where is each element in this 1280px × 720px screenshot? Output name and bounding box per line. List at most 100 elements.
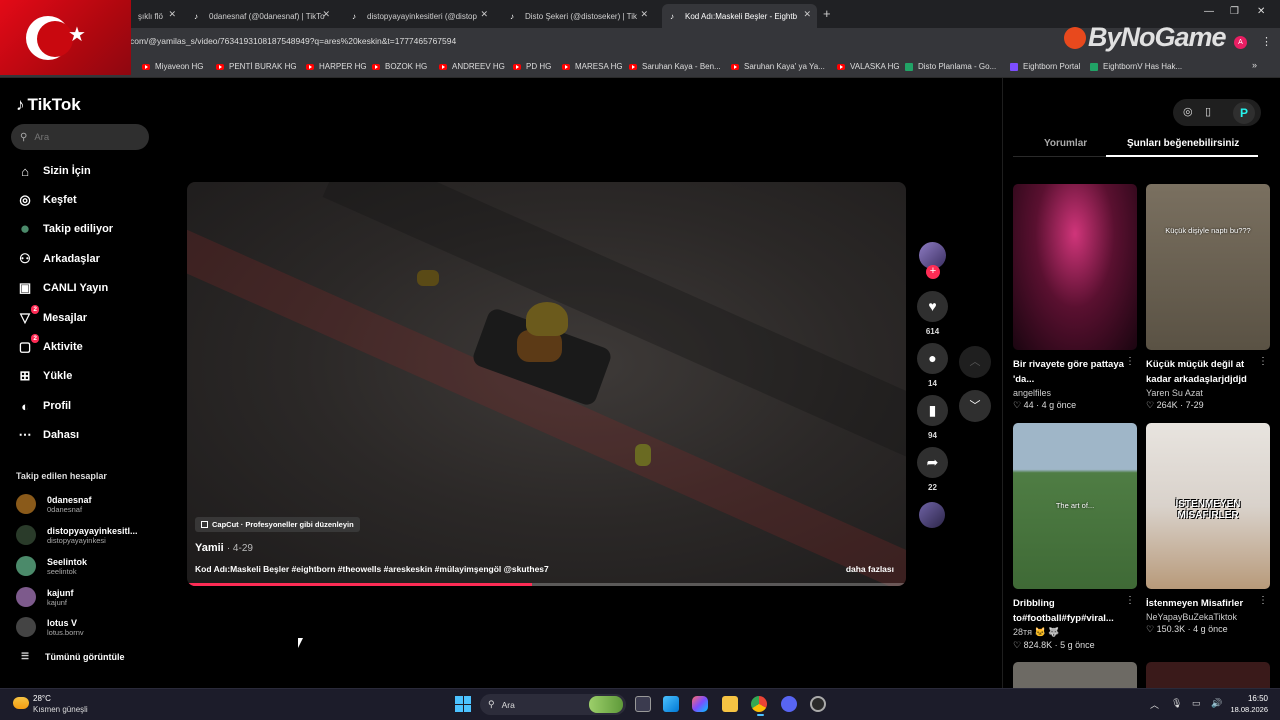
bookmark-item[interactable]: Saruhan Kaya - Ben...: [629, 62, 721, 71]
video-progress-bar[interactable]: [187, 583, 906, 586]
close-tab-icon[interactable]: ✕: [480, 9, 488, 20]
phone-mode-icon[interactable]: ▯: [1205, 105, 1211, 118]
card-menu-icon[interactable]: ⋮: [1258, 356, 1268, 367]
card-title[interactable]: Bir rivayete göre pattaya 'da...: [1013, 357, 1125, 387]
sidebar-item-compass[interactable]: ◎ Keşfet: [16, 190, 76, 210]
next-video-button[interactable]: ﹀: [959, 390, 991, 422]
card-menu-icon[interactable]: ⋮: [1125, 595, 1135, 606]
followed-account[interactable]: lotus Vlotus.bornv: [16, 615, 84, 639]
card-author[interactable]: Yaren Su Azat: [1146, 388, 1270, 398]
sidebar-item-activity[interactable]: ▢ 2 Aktivite: [16, 334, 83, 357]
browser-menu-icon[interactable]: ⋮: [1261, 35, 1272, 48]
browser-tab[interactable]: ♪ Kod Adı:Maskeli Beşler - Eightb ✕: [662, 4, 817, 28]
chrome-icon[interactable]: [751, 696, 767, 712]
comment-button[interactable]: ●: [917, 343, 948, 374]
task-view-icon[interactable]: [635, 696, 651, 712]
save-button[interactable]: ▮: [917, 395, 948, 426]
maximize-icon[interactable]: ❐: [1230, 6, 1239, 17]
close-tab-icon[interactable]: ✕: [803, 9, 811, 20]
followed-account[interactable]: Seelintok seelintok: [16, 554, 87, 578]
close-tab-icon[interactable]: ✕: [640, 9, 648, 20]
previous-video-button[interactable]: ︿: [959, 346, 991, 378]
bookmark-item[interactable]: Saruhan Kaya' ya Ya...: [731, 62, 825, 71]
bookmark-item[interactable]: HARPER HG: [306, 62, 367, 71]
sidebar-item-friends[interactable]: ⚇ Arkadaşlar: [16, 249, 100, 269]
partial-thumbnail[interactable]: [1146, 662, 1270, 688]
capcut-badge[interactable]: CapCut · Profesyoneller gibi düzenleyin: [195, 517, 360, 532]
minimize-icon[interactable]: —: [1204, 6, 1214, 17]
display-icon[interactable]: ▭: [1192, 698, 1201, 709]
weather-icon[interactable]: [13, 697, 29, 709]
card-author[interactable]: angelfiles: [1013, 388, 1137, 398]
bookmark-item[interactable]: Disto Planlama - Go...: [905, 62, 996, 71]
card-title[interactable]: Küçük müçük değil at kadar arkadaşlarjdj…: [1146, 357, 1258, 387]
video-thumbnail[interactable]: [1013, 184, 1137, 350]
bookmark-item[interactable]: PD HG: [513, 62, 551, 71]
sidebar-item-profile[interactable]: ◐ Profil: [16, 396, 71, 416]
sidebar-item-more[interactable]: ⋯ Dahası: [16, 425, 80, 445]
file-explorer-icon[interactable]: [722, 696, 738, 712]
card-menu-icon[interactable]: ⋮: [1125, 356, 1135, 367]
card-title[interactable]: Dribbling to#football#fyp#viral...: [1013, 596, 1125, 626]
close-tab-icon[interactable]: ✕: [322, 9, 330, 20]
store-icon[interactable]: [663, 696, 679, 712]
sidebar-item-following-avatar[interactable]: ● Takip ediliyor: [16, 219, 113, 239]
browser-tab[interactable]: şıklı flö ✕: [130, 4, 182, 28]
followed-account[interactable]: 0danesnaf 0danesnaf: [16, 492, 92, 516]
taskbar-search[interactable]: ⚲ Ara: [480, 694, 626, 715]
close-tab-icon[interactable]: ✕: [168, 9, 176, 20]
browser-tab[interactable]: ♪ 0danesnaf (@0danesnaf) | TikTo ✕: [186, 4, 336, 28]
chevron-up-icon[interactable]: ︿: [1150, 698, 1159, 711]
suggested-video-card[interactable]: The art of... ⋮ Dribbling to#football#fyp#…: [1013, 423, 1137, 651]
sidebar-item-live[interactable]: ▣ CANLI Yayın: [16, 278, 108, 298]
steam-icon[interactable]: [810, 696, 826, 712]
suggested-video-card[interactable]: Küçük dişiyle naptı bu??? ⋮ Küçük müçük de…: [1146, 184, 1270, 411]
followed-account[interactable]: kajunf kajunf: [16, 585, 74, 609]
bookmark-item[interactable]: MARESA HG: [562, 62, 623, 71]
card-title[interactable]: İstenmeyen Misafirler: [1146, 596, 1258, 611]
tab-suggested[interactable]: Şunları beğenebilirsiniz: [1127, 138, 1239, 149]
like-button[interactable]: ♥: [917, 291, 948, 322]
more-button[interactable]: daha fazlası: [846, 564, 894, 574]
browser-tab[interactable]: ♪ distopyayayinkesitleri (@distop ✕: [344, 4, 494, 28]
search-input[interactable]: [34, 131, 135, 143]
start-button[interactable]: [455, 696, 471, 712]
card-author[interactable]: NeYapayBuZekaTiktok: [1146, 612, 1270, 622]
profile-mode-icon[interactable]: P: [1233, 102, 1255, 124]
bookmark-item[interactable]: ANDREEV HG: [439, 62, 505, 71]
bookmark-item[interactable]: BOZOK HG: [372, 62, 427, 71]
video-thumbnail[interactable]: İSTENMEYEN MİSAFİRLER: [1146, 423, 1270, 589]
video-author[interactable]: Yamii · 4-29: [195, 542, 253, 554]
followed-account[interactable]: distopyayayinkesitl... distopyayayinkesi: [16, 523, 138, 547]
more-bookmarks-icon[interactable]: »: [1252, 60, 1257, 70]
bookmark-item[interactable]: Eightborn Portal: [1010, 62, 1080, 71]
url-text[interactable]: com/@yamilas_s/video/7634193108187548949…: [130, 36, 456, 46]
tab-comments[interactable]: Yorumlar: [1044, 138, 1087, 149]
see-all-button[interactable]: ☰ Tümünü görüntüle: [16, 651, 125, 662]
clock-time[interactable]: 16:50: [1228, 694, 1268, 703]
bookmark-item[interactable]: EightbornV Has Hak...: [1090, 62, 1182, 71]
video-player[interactable]: CapCut · Profesyoneller gibi düzenleyin …: [187, 182, 906, 586]
video-thumbnail[interactable]: Küçük dişiyle naptı bu???: [1146, 184, 1270, 350]
search-box[interactable]: ⚲: [11, 124, 149, 150]
video-thumbnail[interactable]: The art of...: [1013, 423, 1137, 589]
bookmark-item[interactable]: Miyaveon HG: [142, 62, 203, 71]
close-window-icon[interactable]: ✕: [1257, 6, 1265, 17]
sidebar-item-upload[interactable]: ⊞ Yükle: [16, 366, 73, 386]
share-button[interactable]: ➦: [917, 447, 948, 478]
music-disc-icon[interactable]: [919, 502, 945, 528]
compass-mode-icon[interactable]: ◎: [1183, 105, 1193, 118]
temperature[interactable]: 28°C: [33, 694, 51, 703]
card-menu-icon[interactable]: ⋮: [1258, 595, 1268, 606]
bookmark-item[interactable]: VALASKA HG: [837, 62, 900, 71]
browser-tab[interactable]: ♪ Disto Şekeri (@distoseker) | Tik ✕: [502, 4, 654, 28]
sidebar-item-home[interactable]: ⌂ Sizin İçin: [16, 161, 91, 181]
copilot-icon[interactable]: [692, 696, 708, 712]
weather-description[interactable]: Kısmen güneşli: [33, 705, 88, 714]
bookmark-item[interactable]: PENTİ BURAK HG: [216, 62, 297, 71]
partial-thumbnail[interactable]: [1013, 662, 1137, 688]
clock-date[interactable]: 18.08.2026: [1220, 705, 1268, 714]
discord-icon[interactable]: [781, 696, 797, 712]
follow-plus-icon[interactable]: +: [926, 265, 940, 279]
suggested-video-card[interactable]: İSTENMEYEN MİSAFİRLER ⋮ İstenmeyen Misafir…: [1146, 423, 1270, 635]
